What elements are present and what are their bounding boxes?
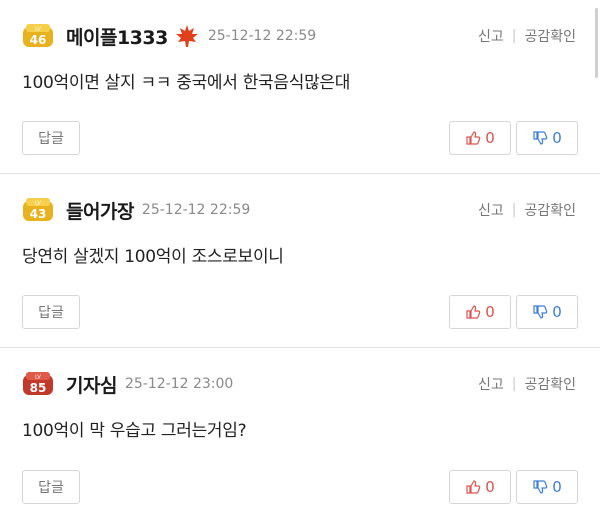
like-check-link[interactable]: 공감확인 — [524, 374, 576, 394]
downvote-count: 0 — [552, 129, 562, 147]
upvote-button[interactable]: 0 — [449, 470, 511, 504]
upvote-count: 0 — [485, 478, 495, 496]
level-number: 43 — [30, 207, 47, 221]
report-link[interactable]: 신고 — [478, 26, 504, 46]
reply-button[interactable]: 답글 — [22, 295, 80, 329]
nickname[interactable]: 메이플1333 — [66, 23, 168, 50]
comment-date: 25-12-12 23:00 — [124, 376, 234, 392]
level-badge-icon: LV 46 — [22, 23, 54, 49]
thumbs-up-icon — [466, 480, 481, 494]
comment-header: LV 43 들어가장 25-12-12 22:59 신고 | 공감확인 — [22, 194, 576, 226]
comment-item: LV 43 들어가장 25-12-12 22:59 신고 | 공감확인 당연히 … — [0, 174, 600, 348]
comment-date: 25-12-12 22:59 — [207, 28, 317, 44]
thumbs-up-icon — [466, 305, 481, 319]
svg-text:LV: LV — [35, 27, 41, 33]
report-link[interactable]: 신고 — [478, 200, 504, 220]
comment-actions: 신고 | 공감확인 — [478, 374, 576, 394]
separator: | — [511, 202, 517, 218]
comment-item: LV 85 기자심 25-12-12 23:00 신고 | 공감확인 100억이… — [0, 348, 600, 522]
comment-actions: 신고 | 공감확인 — [478, 26, 576, 46]
upvote-count: 0 — [485, 129, 495, 147]
svg-text:LV: LV — [35, 201, 41, 207]
upvote-button[interactable]: 0 — [449, 295, 511, 329]
level-number: 46 — [30, 33, 47, 47]
downvote-button[interactable]: 0 — [516, 121, 578, 155]
level-badge-icon: LV 43 — [22, 197, 54, 223]
downvote-button[interactable]: 0 — [516, 470, 578, 504]
comment-header: LV 85 기자심 25-12-12 23:00 신고 | 공감확인 — [22, 368, 576, 400]
thumbs-down-icon — [533, 131, 548, 145]
separator: | — [511, 28, 517, 44]
comment-text: 100억이 막 우습고 그러는거임? — [22, 421, 247, 441]
thumbs-down-icon — [533, 480, 548, 494]
level-number: 85 — [30, 381, 47, 395]
level-badge-icon: LV 85 — [22, 371, 54, 397]
reply-button[interactable]: 답글 — [22, 470, 80, 504]
comment-text: 당연히 살겠지 100억이 조스로보이니 — [22, 247, 284, 267]
upvote-count: 0 — [485, 303, 495, 321]
upvote-button[interactable]: 0 — [449, 121, 511, 155]
downvote-button[interactable]: 0 — [516, 295, 578, 329]
separator: | — [511, 376, 517, 392]
report-link[interactable]: 신고 — [478, 374, 504, 394]
like-check-link[interactable]: 공감확인 — [524, 200, 576, 220]
downvote-count: 0 — [552, 478, 562, 496]
comment-date: 25-12-12 22:59 — [141, 202, 251, 218]
nickname[interactable]: 들어가장 — [66, 197, 134, 224]
comment-header: LV 46 메이플1333 25-12-12 22:59 신고 | 공감확인 — [22, 20, 576, 52]
downvote-count: 0 — [552, 303, 562, 321]
comment-text: 100억이면 살지 ㅋㅋ 중국에서 한국음식많은대 — [22, 73, 351, 93]
thumbs-down-icon — [533, 305, 548, 319]
thumbs-up-icon — [466, 131, 481, 145]
maple-leaf-icon — [174, 23, 200, 49]
like-check-link[interactable]: 공감확인 — [524, 26, 576, 46]
reply-button[interactable]: 답글 — [22, 121, 80, 155]
nickname[interactable]: 기자심 — [66, 371, 117, 398]
comment-item: LV 46 메이플1333 25-12-12 22:59 신고 | 공감확인 1… — [0, 0, 600, 174]
svg-text:LV: LV — [35, 375, 41, 381]
comment-actions: 신고 | 공감확인 — [478, 200, 576, 220]
